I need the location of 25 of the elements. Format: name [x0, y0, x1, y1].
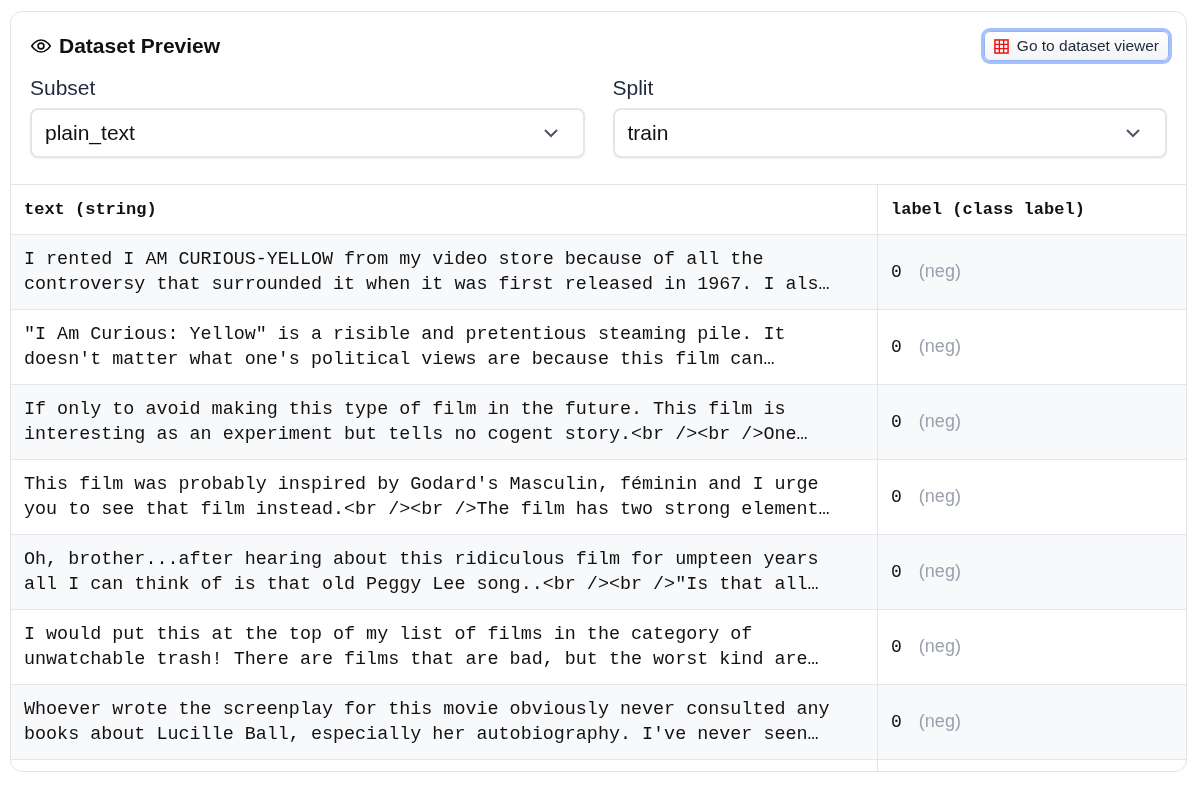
label-name: (neg): [918, 411, 961, 431]
label-value: 0: [891, 637, 902, 657]
table-cell: If only to avoid making this type of film in the future. This film is interesting as an experiment but tells no cogent story.<br /><br />One…: [11, 384, 878, 460]
label-name: (neg): [918, 636, 961, 656]
label-value: 0: [891, 337, 902, 357]
dropdown[interactable]: plain_text: [30, 108, 585, 158]
go-to-dataset-viewer-button[interactable]: Go to dataset viewer: [983, 31, 1169, 61]
table-cell: I rented I AM CURIOUS-YELLOW from my video store because of all the controversy that surrounded it when it was first released in 1967. I als…: [11, 234, 878, 310]
label-name: (neg): [918, 486, 961, 506]
label-value: 0: [891, 487, 902, 507]
label-value: 0: [891, 562, 902, 582]
table-cell: Oh, brother...after hearing about this ridiculous film for umpteen years all I can think of is that old Peggy Lee song..<br /><br />"Is that all…: [11, 534, 878, 610]
label-value: 0: [891, 262, 902, 282]
section-title: Dataset Preview: [59, 34, 222, 58]
label-value: 0: [891, 712, 902, 732]
label-name: (neg): [918, 561, 961, 581]
table-cell: Whoever wrote the screenplay for this movie obviously never consulted any books about Lucille Ball, especially her autobiography. I've never seen…: [11, 684, 878, 760]
dropdown[interactable]: train: [612, 108, 1167, 158]
label-value: 0: [891, 412, 902, 432]
select-label: Subset: [30, 76, 97, 100]
label-name: (neg): [918, 336, 961, 356]
label-name: (neg): [918, 711, 961, 731]
select-label: Split: [612, 76, 655, 100]
label-name: (neg): [918, 261, 961, 281]
grid-icon: [993, 38, 1009, 54]
